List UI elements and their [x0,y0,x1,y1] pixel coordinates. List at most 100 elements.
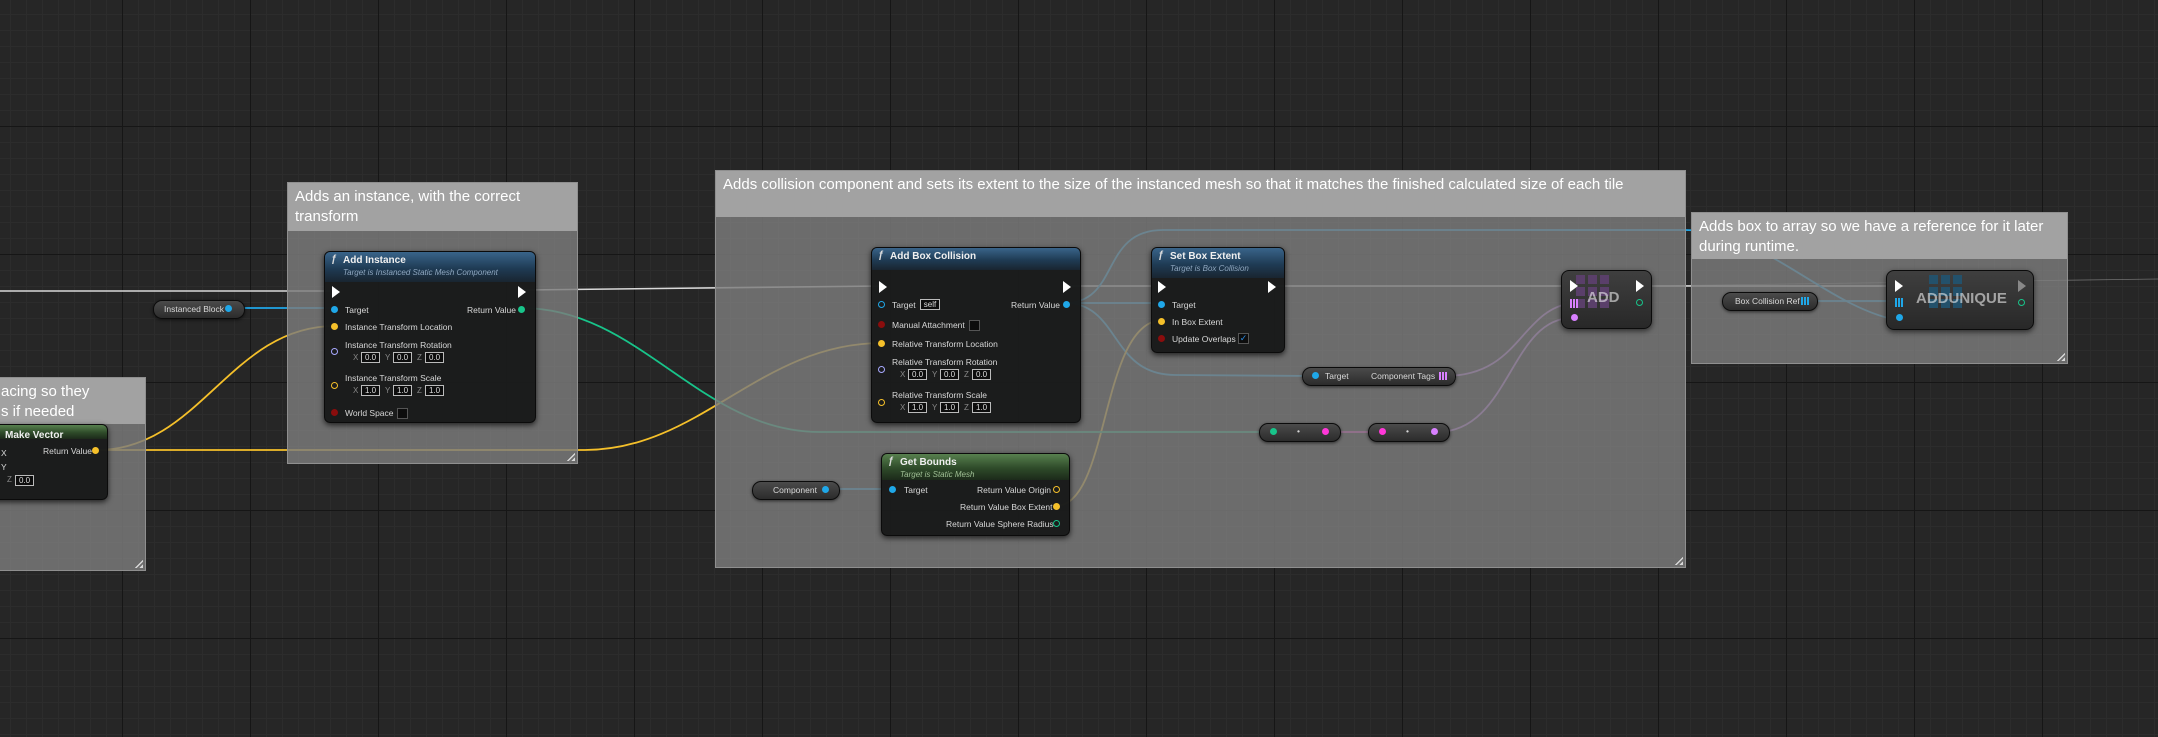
return-value-pin[interactable] [92,447,99,454]
variable-label: Component [773,485,817,495]
rot-z-input[interactable]: 0.0 [425,352,444,363]
add-box-collision-node[interactable]: ƒ Add Box Collision Target self Return V… [871,247,1081,423]
world-space-pin[interactable] [331,409,338,416]
output-pin[interactable] [225,305,232,312]
array-in-pin[interactable] [1895,298,1904,307]
input-pin[interactable] [1379,428,1386,435]
input-pin[interactable] [1270,428,1277,435]
component-tags-getter[interactable]: Target Component Tags [1302,367,1456,386]
component-tags-label: Component Tags [1371,371,1436,381]
box-extent-pin[interactable] [1053,503,1060,510]
manual-attachment-pin[interactable] [878,321,885,328]
array-add-node[interactable]: ADD [1561,270,1652,329]
return-value-pin[interactable] [518,306,525,313]
output-pin[interactable] [1431,428,1438,435]
exec-out-pin[interactable] [1268,281,1276,293]
node-label: ADD [1587,289,1620,306]
rotation-pin[interactable] [878,366,885,373]
resize-grip[interactable] [566,452,575,461]
exec-in-pin[interactable] [332,286,340,298]
rot-y-input[interactable]: 0.0 [393,352,412,363]
output-pin[interactable] [822,486,829,493]
exec-in-pin[interactable] [1570,280,1578,292]
pin-label-y: Y [1,462,7,472]
resize-grip[interactable] [1674,556,1683,565]
exec-out-pin[interactable] [518,286,526,298]
axis-z: Z [417,386,422,395]
target-pin[interactable] [878,301,885,308]
axis-x: X [900,403,906,412]
output-pin[interactable] [1322,428,1329,435]
scale-y-input[interactable]: 1.0 [393,385,412,396]
exec-in-pin[interactable] [1895,280,1903,292]
location-pin[interactable] [878,340,885,347]
exec-out-pin[interactable] [1063,281,1071,293]
update-overlaps-pin[interactable] [1158,335,1165,342]
target-pin[interactable] [1312,372,1319,379]
box-extent-label: Return Value Box Extent [960,502,1053,512]
target-pin[interactable] [1158,301,1165,308]
rotation-pin[interactable] [331,348,338,355]
reroute-node[interactable]: • [1368,423,1450,442]
sphere-radius-label: Return Value Sphere Radius [946,519,1054,529]
make-vector-node[interactable]: Make Vector X Y Return Value Z 0.0 [0,424,108,500]
array-add-unique-node[interactable]: ADDUNIQUE [1886,270,2034,330]
rot-z-input[interactable]: 0.0 [972,369,991,380]
location-pin[interactable] [331,323,338,330]
reroute-node[interactable]: • [1259,423,1341,442]
component-getter[interactable]: Component [752,481,840,500]
rot-y-input[interactable]: 0.0 [940,369,959,380]
scale-pin[interactable] [878,399,885,406]
item-pin[interactable] [1571,314,1578,321]
array-grid-icon[interactable] [1801,297,1809,305]
add-instance-node[interactable]: ƒ Add Instance Target is Instanced Stati… [324,251,536,423]
scale-x-input[interactable]: 1.0 [361,385,380,396]
manual-attachment-checkbox[interactable] [969,320,980,331]
node-label: ADDUNIQUE [1916,290,2007,307]
self-input[interactable]: self [920,299,940,310]
target-pin[interactable] [889,486,896,493]
return-value-label: Return Value [1011,300,1060,310]
world-space-checkbox[interactable] [397,408,408,419]
exec-out-pin[interactable] [1636,280,1644,292]
in-box-extent-pin[interactable] [1158,318,1165,325]
return-value-pin[interactable] [1063,301,1070,308]
scale-x-input[interactable]: 1.0 [908,402,927,413]
resize-grip[interactable] [134,559,143,568]
exec-in-pin[interactable] [1158,281,1166,293]
instanced-block-getter[interactable]: Instanced Block [153,300,245,319]
update-overlaps-checkbox[interactable]: ✓ [1238,333,1249,344]
rot-x-input[interactable]: 0.0 [908,369,927,380]
scale-z-input[interactable]: 1.0 [972,402,991,413]
axis-z: Z [964,403,969,412]
exec-in-pin[interactable] [879,281,887,293]
comment-collision[interactable]: Adds collision component and sets its ex… [715,170,1686,568]
z-input[interactable]: 0.0 [15,475,34,486]
index-out-pin[interactable] [1636,299,1643,306]
target-pin[interactable] [331,306,338,313]
target-label: Target [1172,300,1196,310]
axis-x: X [900,370,906,379]
item-pin[interactable] [1896,314,1903,321]
index-out-pin[interactable] [2018,299,2025,306]
box-collision-ref-getter[interactable]: Box Collision Ref [1722,292,1818,311]
scale-z-input[interactable]: 1.0 [425,385,444,396]
rot-x-input[interactable]: 0.0 [361,352,380,363]
sphere-radius-pin[interactable] [1053,520,1060,527]
resize-grip[interactable] [2056,352,2065,361]
axis-y: Y [385,386,391,395]
scale-y-input[interactable]: 1.0 [940,402,959,413]
function-icon: ƒ [1158,250,1164,261]
array-in-pin[interactable] [1570,299,1579,308]
axis-y: Y [932,403,938,412]
get-bounds-node[interactable]: ƒ Get Bounds Target is Static Mesh Targe… [881,453,1070,536]
scale-pin[interactable] [331,382,338,389]
origin-pin[interactable] [1053,486,1060,493]
axis-x: X [353,353,359,362]
comment-title: Adds box to array so we have a reference… [1692,213,2067,259]
set-box-extent-node[interactable]: ƒ Set Box Extent Target is Box Collision… [1151,247,1285,353]
scale-label: Instance Transform Scale [345,373,442,383]
comment-title: acing so they s if needed [0,378,145,424]
array-grid-icon[interactable] [1439,372,1447,380]
variable-label: Box Collision Ref [1735,296,1800,306]
